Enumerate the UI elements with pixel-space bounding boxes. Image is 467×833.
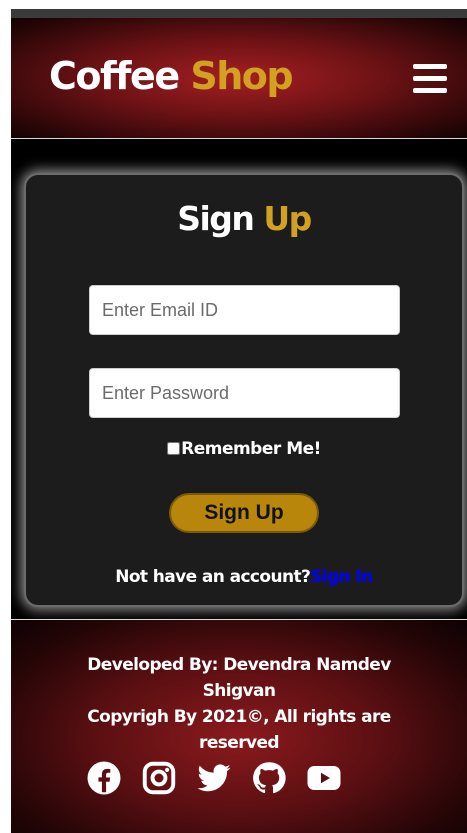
title-accent: Up (263, 199, 312, 238)
github-icon[interactable] (251, 760, 287, 796)
copyright-text: Copyrigh By 2021©, All rights are reserv… (87, 707, 391, 753)
remember-me-label: Remember Me! (181, 439, 321, 459)
instagram-icon[interactable] (141, 760, 177, 796)
account-switch: Not have an account?Sign In (26, 567, 462, 587)
brand-logo[interactable]: Coffee Shop (49, 54, 294, 98)
title-main: Sign (177, 199, 255, 238)
signup-title: Sign Up (26, 199, 462, 238)
hamburger-menu-icon[interactable] (413, 64, 447, 98)
brand-accent: Shop (190, 54, 293, 98)
sign-in-link[interactable]: Sign In (310, 567, 373, 587)
developer-credit: Developed By: Devendra Namdev Shigvan (87, 655, 391, 701)
twitter-icon[interactable] (196, 760, 232, 796)
site-header: Coffee Shop (11, 18, 467, 139)
browser-top-strip (11, 9, 467, 18)
site-footer: Developed By: Devendra Namdev Shigvan Co… (11, 619, 467, 833)
menu-bar (413, 64, 447, 69)
password-field[interactable] (89, 368, 400, 418)
signup-card: Sign Up Remember Me! Sign Up Not have an… (24, 173, 464, 607)
social-links (86, 760, 386, 800)
brand-main: Coffee (49, 54, 180, 98)
sign-up-button[interactable]: Sign Up (169, 493, 319, 533)
footer-credits: Developed By: Devendra Namdev Shigvan Co… (51, 652, 427, 756)
facebook-icon[interactable] (86, 760, 122, 796)
youtube-icon[interactable] (306, 760, 342, 796)
email-field[interactable] (89, 285, 400, 335)
menu-bar (413, 88, 447, 93)
remember-me: Remember Me! (26, 439, 462, 459)
switch-prompt: Not have an account? (115, 567, 311, 587)
app-frame: Coffee Shop Sign Up Remember Me! Sign Up… (11, 9, 467, 833)
menu-bar (413, 76, 447, 81)
remember-me-checkbox[interactable] (167, 442, 181, 455)
